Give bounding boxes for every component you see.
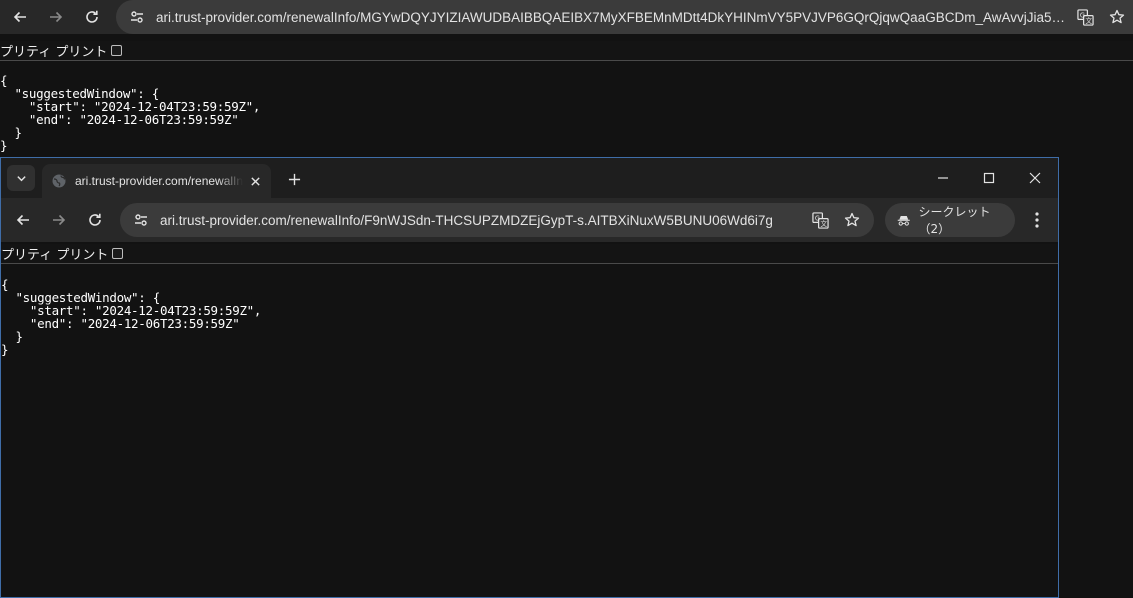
plus-icon xyxy=(288,173,300,185)
tab-close-button[interactable] xyxy=(247,173,263,189)
pretty-print-label: プリティ プリント xyxy=(0,45,108,60)
address-bar[interactable]: ari.trust-provider.com/renewalInfo/MGYwD… xyxy=(116,0,1133,34)
url-text[interactable]: ari.trust-provider.com/renewalInfo/MGYwD… xyxy=(156,10,1065,25)
back-button[interactable] xyxy=(9,203,37,237)
incognito-indicator[interactable]: シークレット（2） xyxy=(885,203,1015,237)
pretty-print-checkbox[interactable] xyxy=(112,248,124,259)
tune-icon[interactable] xyxy=(126,6,148,28)
reload-button[interactable] xyxy=(81,203,109,237)
arrow-right-icon xyxy=(53,214,66,226)
reload-icon xyxy=(89,213,101,226)
new-tab-button[interactable] xyxy=(281,166,307,192)
pretty-print-bar: プリティ プリント xyxy=(0,41,1133,61)
tab-active[interactable]: ari.trust-provider.com/renewalInfo xyxy=(42,164,271,198)
svg-text:文: 文 xyxy=(820,219,827,228)
pretty-print-bar: プリティ プリント xyxy=(1,244,1058,264)
tab-strip: ari.trust-provider.com/renewalInfo xyxy=(1,158,1058,198)
browser-toolbar: ari.trust-provider.com/renewalInfo/F9nWJ… xyxy=(1,198,1058,242)
arrow-left-icon xyxy=(16,214,29,226)
svg-text:文: 文 xyxy=(1085,16,1092,25)
window-2: ari.trust-provider.com/renewalInfo ari.t… xyxy=(0,157,1059,598)
tab-title: ari.trust-provider.com/renewalInfo xyxy=(75,174,243,188)
star-icon[interactable] xyxy=(840,208,864,232)
close-icon xyxy=(1029,172,1041,184)
back-button[interactable] xyxy=(6,0,34,34)
reload-button[interactable] xyxy=(78,0,106,34)
pretty-print-label: プリティ プリント xyxy=(1,248,109,263)
incognito-label: シークレット（2） xyxy=(918,205,991,236)
reload-icon xyxy=(86,10,98,23)
close-window-button[interactable] xyxy=(1012,158,1058,198)
globe-icon xyxy=(51,173,67,189)
tab-search-button[interactable] xyxy=(7,165,35,191)
tune-icon[interactable] xyxy=(130,209,152,231)
svg-text:G: G xyxy=(814,214,819,222)
incognito-icon xyxy=(897,215,910,226)
svg-text:G: G xyxy=(1079,11,1084,19)
menu-button[interactable] xyxy=(1024,203,1050,237)
address-bar[interactable]: ari.trust-provider.com/renewalInfo/F9nWJ… xyxy=(120,203,874,237)
chevron-down-icon xyxy=(16,175,26,181)
arrow-right-icon xyxy=(50,11,63,23)
translate-icon[interactable]: G文 xyxy=(1073,5,1097,29)
arrow-left-icon xyxy=(13,11,26,23)
json-content: { "suggestedWindow": { "start": "2024-12… xyxy=(0,73,261,153)
pretty-print-checkbox[interactable] xyxy=(111,45,123,56)
minimize-icon xyxy=(938,177,948,179)
maximize-icon xyxy=(983,172,995,184)
translate-icon[interactable]: G文 xyxy=(808,208,832,232)
maximize-button[interactable] xyxy=(966,158,1012,198)
close-icon xyxy=(250,176,260,186)
star-icon[interactable] xyxy=(1105,5,1129,29)
forward-button[interactable] xyxy=(45,203,73,237)
kebab-menu-icon xyxy=(1035,212,1039,228)
browser-toolbar: ari.trust-provider.com/renewalInfo/MGYwD… xyxy=(0,0,1133,34)
forward-button[interactable] xyxy=(42,0,70,34)
json-content: { "suggestedWindow": { "start": "2024-12… xyxy=(1,277,262,357)
url-text[interactable]: ari.trust-provider.com/renewalInfo/F9nWJ… xyxy=(160,213,800,228)
minimize-button[interactable] xyxy=(920,158,966,198)
